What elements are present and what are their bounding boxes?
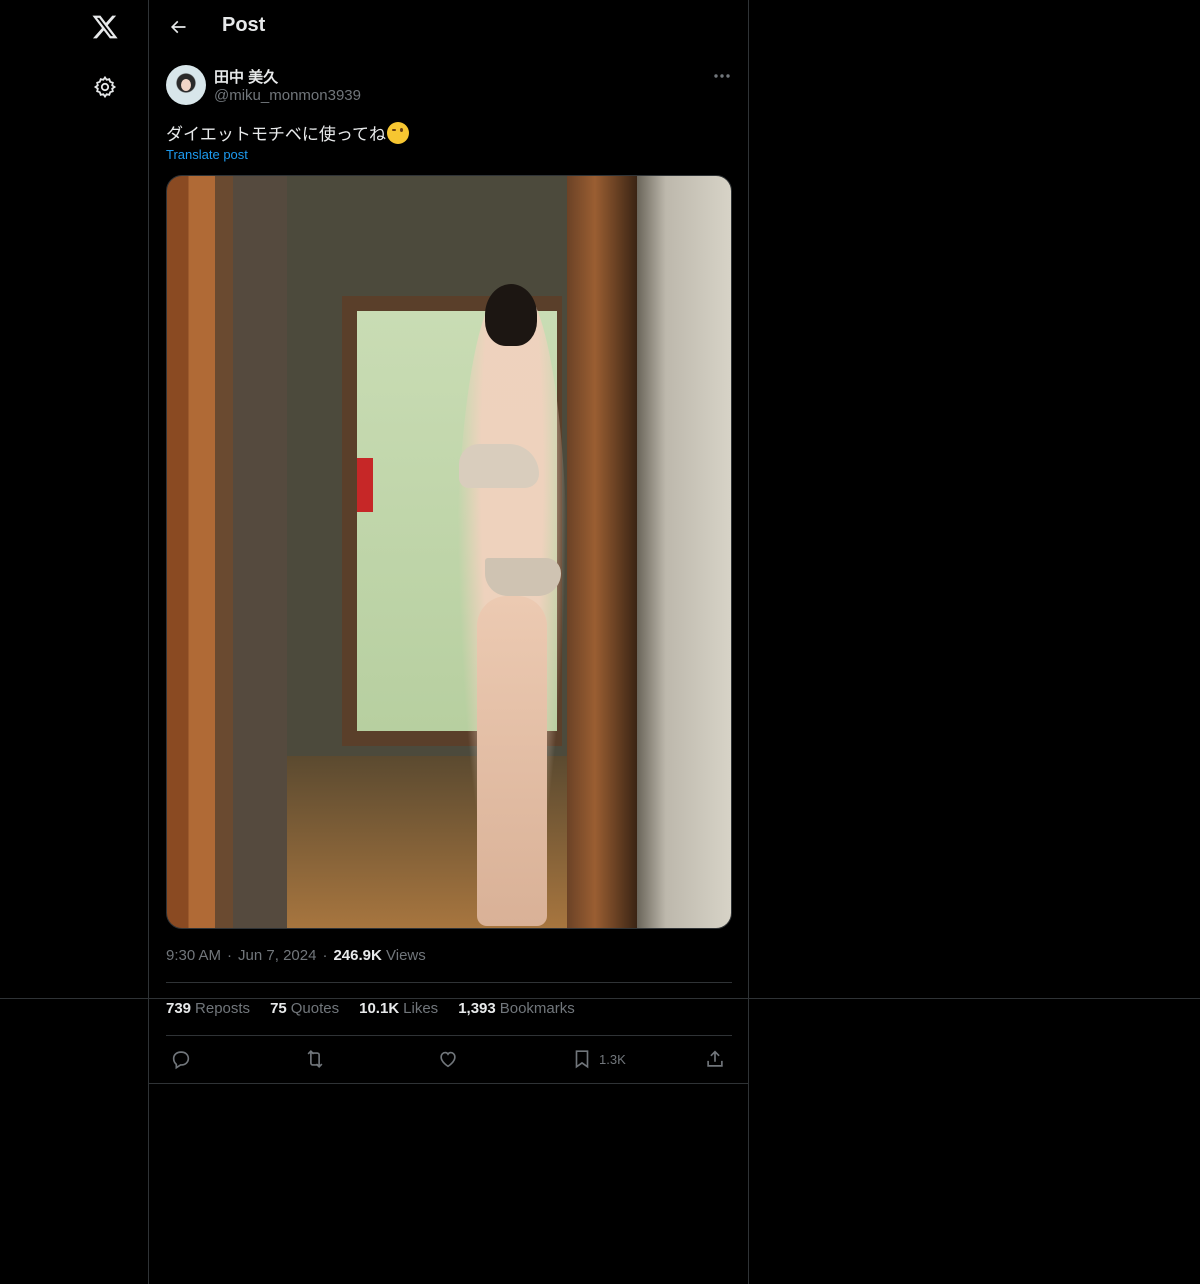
post-time[interactable]: 9:30 AM — [166, 947, 221, 964]
bookmarks-stat[interactable]: 1,393 Bookmarks — [458, 1000, 575, 1017]
engagement-stats: 739 Reposts 75 Quotes 10.1K Likes 1,393 Book… — [166, 1000, 575, 1017]
more-options-button[interactable] — [709, 66, 735, 86]
winking-face-emoji-icon — [386, 122, 409, 144]
post-photo[interactable] — [166, 175, 732, 929]
bookmark-count: 1.3K — [599, 1051, 626, 1067]
fire-extinguisher-sign — [357, 458, 373, 512]
more-icon — [714, 74, 730, 78]
share-button[interactable] — [704, 1044, 726, 1074]
reposts-stat[interactable]: 739 Reposts — [166, 1000, 250, 1017]
back-button[interactable] — [161, 10, 195, 44]
bookmark-button[interactable]: 1.3K — [571, 1044, 626, 1074]
views-label: Views — [386, 947, 426, 964]
divider — [149, 1083, 748, 1084]
post-metadata: 9:30 AM · Jun 7, 2024 · 246.9K Views — [166, 947, 426, 964]
arrow-left-icon — [170, 20, 186, 34]
likes-stat[interactable]: 10.1K Likes — [359, 1000, 438, 1017]
page-title: Post — [222, 14, 266, 36]
views-count: 246.9K — [333, 947, 382, 964]
post-header: Post — [149, 0, 748, 54]
post-date[interactable]: Jun 7, 2024 — [238, 947, 316, 964]
translate-post-link[interactable]: Translate post — [166, 147, 248, 162]
bookmark-icon — [575, 1050, 589, 1069]
gear-icon[interactable] — [84, 66, 126, 108]
divider — [166, 1035, 732, 1036]
repost-icon — [307, 1050, 323, 1068]
quotes-stat[interactable]: 75 Quotes — [270, 1000, 339, 1017]
left-nav — [0, 0, 149, 1284]
post-text-content: ダイエットモチベに使ってね — [166, 125, 386, 144]
author-display-name[interactable]: 田中 美久 — [214, 66, 278, 87]
heart-icon — [440, 1051, 456, 1068]
action-bar: 1.3K — [166, 1044, 732, 1074]
post-column: Post 田中 美久 @miku_monmon3939 ダイエットモチベに使って… — [149, 0, 749, 1284]
post-text: ダイエットモチベに使ってね — [166, 120, 409, 145]
author-handle[interactable]: @miku_monmon3939 — [214, 87, 361, 104]
divider — [166, 982, 732, 983]
x-logo-icon[interactable] — [84, 6, 126, 48]
reply-icon — [172, 1051, 190, 1070]
reply-button[interactable] — [170, 1044, 192, 1074]
avatar[interactable] — [166, 65, 206, 105]
share-icon — [707, 1050, 723, 1067]
like-button[interactable] — [437, 1044, 459, 1074]
repost-button[interactable] — [303, 1044, 327, 1074]
